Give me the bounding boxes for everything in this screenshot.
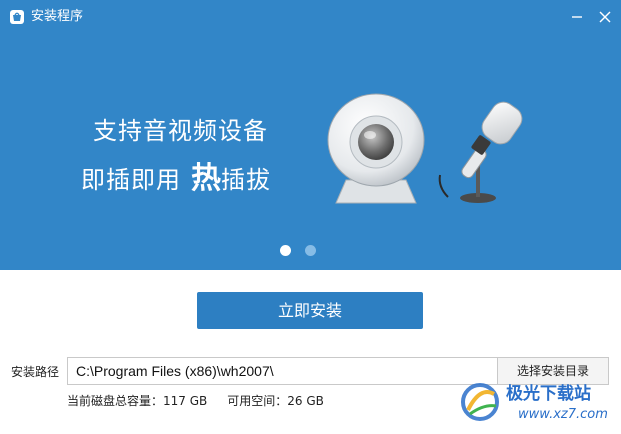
slogan-line-1: 支持音视频设备 [93, 117, 268, 145]
carousel-dot-2[interactable] [305, 245, 316, 256]
disk-info: 当前磁盘总容量：117 GB 可用空间：26 GB [67, 393, 324, 409]
device-illustration [327, 93, 523, 204]
slogan-line-2: 即插即用 热插拔 [81, 160, 271, 202]
install-path-input[interactable] [67, 357, 498, 385]
slogan-swap: 插拔 [221, 166, 271, 194]
watermark: 极光下载站 www.xz7.com [458, 380, 618, 430]
header-banner: 安装程序 支持音视频设备 即插即用 热插拔 [0, 0, 621, 270]
minimize-icon[interactable] [568, 8, 586, 26]
carousel-dot-1[interactable] [280, 245, 291, 256]
aurora-logo-icon [461, 383, 499, 421]
webcam-icon [327, 93, 425, 204]
slogan-hot: 热 [191, 161, 221, 196]
window-title: 安装程序 [31, 9, 84, 24]
install-path-label: 安装路径 [11, 365, 60, 379]
watermark-name: 极光下载站 [506, 384, 591, 404]
microphone-icon [438, 101, 523, 203]
slogan-plug-and-play: 即插即用 [81, 166, 181, 194]
disk-total: 当前磁盘总容量：117 GB [67, 394, 208, 408]
watermark-url: www.xz7.com [518, 407, 608, 422]
app-store-icon [10, 10, 24, 24]
disk-free: 可用空间：26 GB [227, 394, 324, 408]
close-icon[interactable] [596, 8, 614, 26]
title-bar: 安装程序 [0, 0, 621, 34]
install-now-button[interactable]: 立即安装 [197, 292, 423, 329]
